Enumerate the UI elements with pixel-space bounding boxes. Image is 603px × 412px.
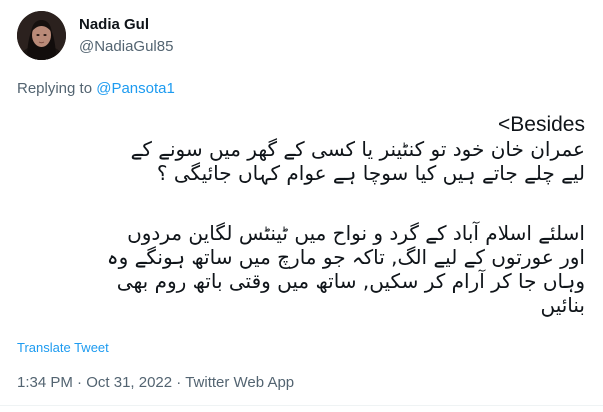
tweet-time[interactable]: 1:34 PM <box>17 374 73 391</box>
tweet-line: اور عورتوں کے لیے الگ, تاکہ جو مارچ میں … <box>106 245 585 269</box>
avatar[interactable] <box>17 11 66 60</box>
meta-separator: · <box>172 374 186 391</box>
mention-link[interactable]: @Pansota1 <box>96 80 175 97</box>
tweet-source: Twitter Web App <box>185 374 295 391</box>
tweet-line: لیے چلے جاتے ہیں کیا سوچا ہے عوام کہاں ج… <box>156 161 585 185</box>
tweet-card: Nadia Gul @NadiaGul85 Replying to @Panso… <box>0 0 603 412</box>
tweet-line: عمران خان خود تو کنٹینر یا کسی کے گھر می… <box>130 137 585 161</box>
profile-photo-icon <box>17 11 66 60</box>
replying-to: Replying to @Pansota1 <box>17 80 175 97</box>
meta-separator: · <box>72 374 87 391</box>
tweet-line: <Besides <box>498 113 585 136</box>
tweet-date[interactable]: Oct 31, 2022 <box>86 374 172 391</box>
author-name[interactable]: Nadia Gul <box>79 16 149 33</box>
author-handle[interactable]: @NadiaGul85 <box>79 38 173 55</box>
tweet-meta: 1:34 PM · Oct 31, 2022 · Twitter Web App <box>17 374 294 391</box>
tweet-line: وہاں جا کر آرام کر سکیں, ساتھ میں وقتی ب… <box>116 269 585 293</box>
replying-to-label: Replying to <box>17 80 97 97</box>
tweet-line: اسلئے اسلام آباد کے گرد و نواح میں ٹینٹس… <box>127 221 585 245</box>
tweet-line: بنائیں <box>540 293 585 317</box>
tweet-text: <Besides عمران خان خود تو کنٹینر یا کسی … <box>17 113 585 317</box>
translate-tweet-link[interactable]: Translate Tweet <box>17 340 109 355</box>
divider <box>0 405 603 406</box>
